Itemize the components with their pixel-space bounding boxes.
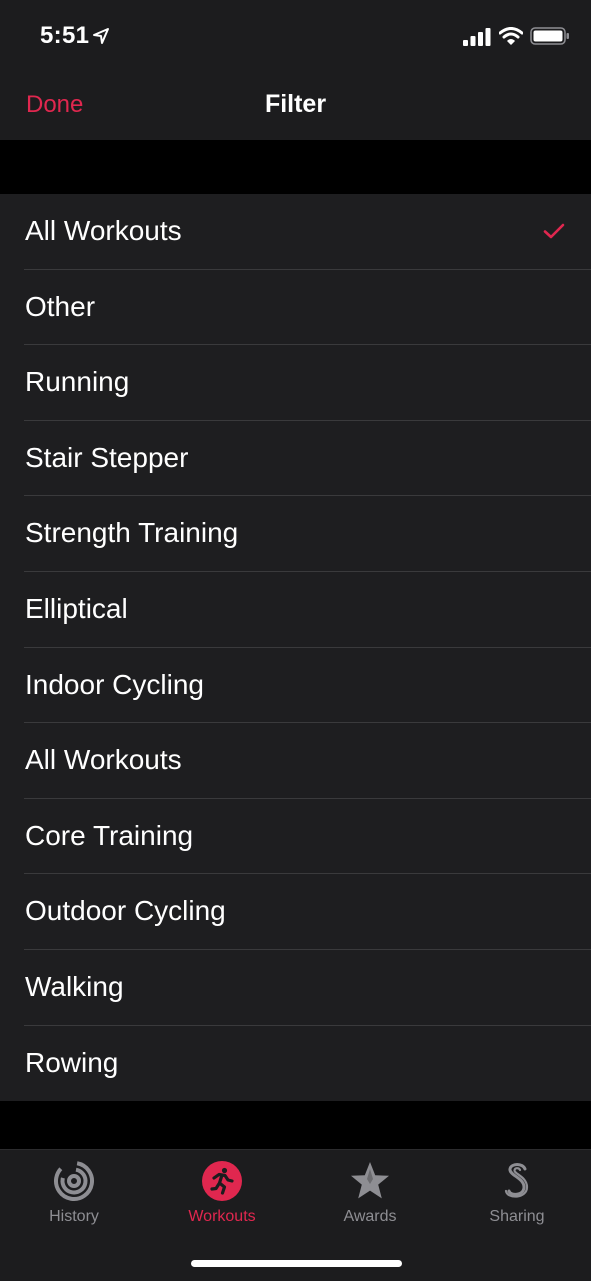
filter-option[interactable]: Elliptical	[0, 572, 591, 648]
filter-option-label: Elliptical	[25, 592, 128, 624]
filter-option[interactable]: All Workouts	[0, 723, 591, 799]
filter-option[interactable]: Strength Training	[0, 496, 591, 572]
location-arrow-icon	[93, 28, 109, 44]
filter-option-label: All Workouts	[25, 215, 182, 246]
filter-option-label: Strength Training	[25, 517, 239, 549]
tab-label: Sharing	[489, 1208, 545, 1225]
section-spacer	[0, 140, 591, 194]
filter-option[interactable]: All Workouts	[0, 194, 591, 270]
filter-option[interactable]: Running	[0, 345, 591, 421]
tab-awards[interactable]: Awards	[296, 1150, 444, 1240]
status-time: 5:51	[40, 22, 90, 49]
battery-icon	[530, 27, 569, 45]
filter-option-label: Rowing	[25, 1046, 119, 1078]
status-bar: 5:51	[0, 0, 591, 72]
filter-option-label: Outdoor Cycling	[25, 895, 226, 927]
history-icon	[54, 1161, 94, 1201]
tab-workouts[interactable]: Workouts	[148, 1150, 296, 1240]
filter-option-label: Walking	[25, 970, 124, 1002]
home-indicator[interactable]	[191, 1260, 402, 1267]
filter-option[interactable]: Outdoor Cycling	[0, 874, 591, 950]
workout-filter-list: All Workouts Other Running Stair Stepper…	[0, 194, 591, 1102]
cellular-signal-icon	[463, 28, 491, 46]
runner-icon	[202, 1161, 242, 1201]
filter-option[interactable]: Core Training	[0, 799, 591, 875]
wifi-icon	[499, 27, 523, 45]
filter-option-label: Stair Stepper	[25, 441, 189, 473]
tab-label: Awards	[343, 1208, 397, 1225]
filter-option[interactable]: Walking	[0, 950, 591, 1026]
navigation-bar: Done Filter	[0, 72, 591, 140]
tab-history[interactable]: History	[0, 1150, 148, 1240]
checkmark-icon	[543, 223, 565, 239]
filter-option[interactable]: Stair Stepper	[0, 421, 591, 497]
page-title: Filter	[264, 90, 327, 118]
tab-label: Workouts	[188, 1208, 256, 1225]
filter-option[interactable]: Other	[0, 270, 591, 346]
filter-option-label: Core Training	[25, 819, 194, 851]
section-spacer	[0, 1101, 591, 1149]
tab-label: History	[49, 1208, 99, 1225]
star-award-icon	[351, 1162, 389, 1199]
sharing-icon	[504, 1163, 529, 1198]
filter-option-label: Other	[25, 290, 96, 322]
filter-option-label: Running	[25, 366, 130, 398]
filter-option-label: All Workouts	[25, 744, 182, 776]
tab-sharing[interactable]: Sharing	[443, 1150, 591, 1240]
filter-option-label: Indoor Cycling	[25, 668, 204, 700]
filter-option[interactable]: Rowing	[0, 1026, 591, 1102]
filter-option[interactable]: Indoor Cycling	[0, 648, 591, 724]
